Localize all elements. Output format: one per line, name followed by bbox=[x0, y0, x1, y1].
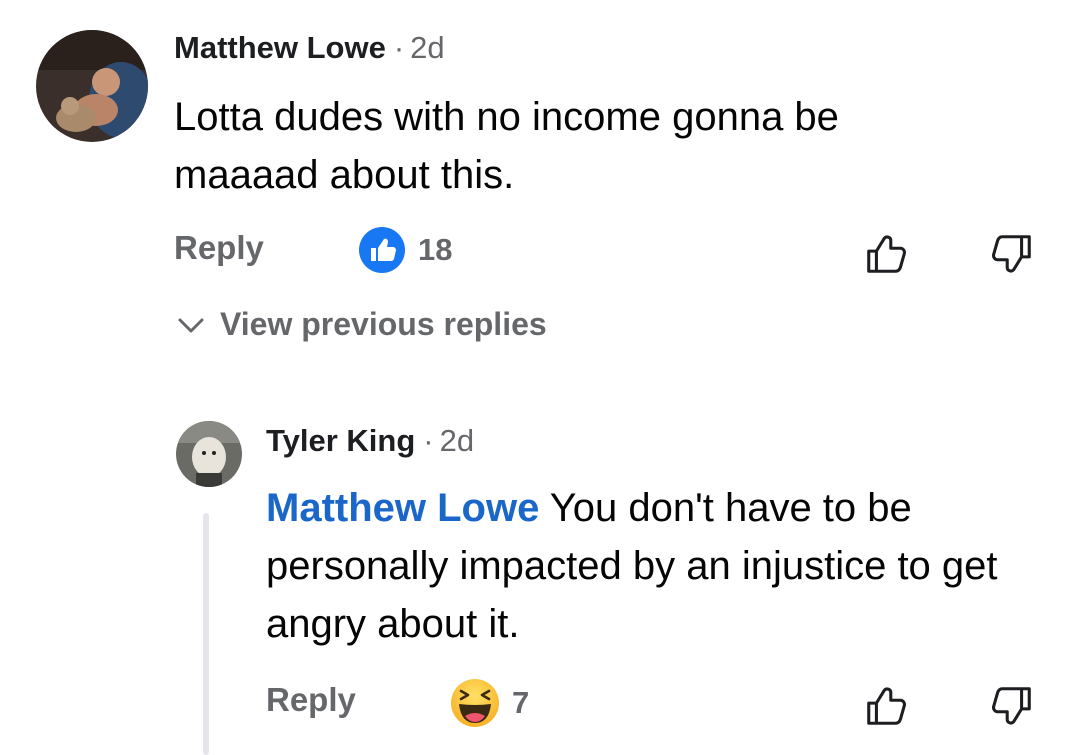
comment-header: Tyler King · 2d bbox=[266, 423, 474, 459]
comment-header: Matthew Lowe · 2d bbox=[174, 30, 445, 66]
view-previous-replies-button[interactable]: View previous replies bbox=[176, 306, 547, 343]
thumbs-up-icon bbox=[867, 687, 906, 725]
thread-line bbox=[203, 513, 209, 755]
reaction-count: 18 bbox=[418, 232, 453, 267]
like-button[interactable] bbox=[860, 228, 912, 280]
author-name[interactable]: Tyler King bbox=[266, 423, 415, 458]
reply-button[interactable]: Reply bbox=[266, 681, 356, 719]
like-button[interactable] bbox=[860, 680, 912, 732]
thumbs-down-icon bbox=[992, 235, 1031, 273]
mention-link[interactable]: Matthew Lowe bbox=[266, 486, 539, 530]
avatar[interactable] bbox=[176, 421, 242, 487]
like-reaction-icon bbox=[359, 227, 405, 273]
thumbs-up-icon bbox=[867, 235, 906, 273]
dislike-button[interactable] bbox=[986, 680, 1038, 732]
thumbs-down-icon bbox=[992, 687, 1031, 725]
comment-text: Matthew Lowe You don't have to be person… bbox=[266, 486, 998, 646]
reaction-summary[interactable]: 18 bbox=[358, 226, 452, 274]
chevron-down-icon bbox=[178, 318, 204, 332]
comment-timestamp: · 2d bbox=[423, 423, 475, 458]
view-previous-replies-label: View previous replies bbox=[220, 306, 547, 342]
dislike-button[interactable] bbox=[986, 228, 1038, 280]
reaction-count: 7 bbox=[512, 685, 530, 720]
reaction-summary[interactable]: 7 bbox=[450, 678, 529, 728]
avatar[interactable] bbox=[36, 30, 148, 142]
author-name[interactable]: Matthew Lowe bbox=[174, 30, 386, 65]
comment-text: Lotta dudes with no income gonna be maaa… bbox=[174, 95, 839, 197]
reply-button[interactable]: Reply bbox=[174, 229, 264, 267]
haha-reaction-icon bbox=[451, 679, 499, 727]
comment-timestamp: · 2d bbox=[393, 30, 445, 65]
